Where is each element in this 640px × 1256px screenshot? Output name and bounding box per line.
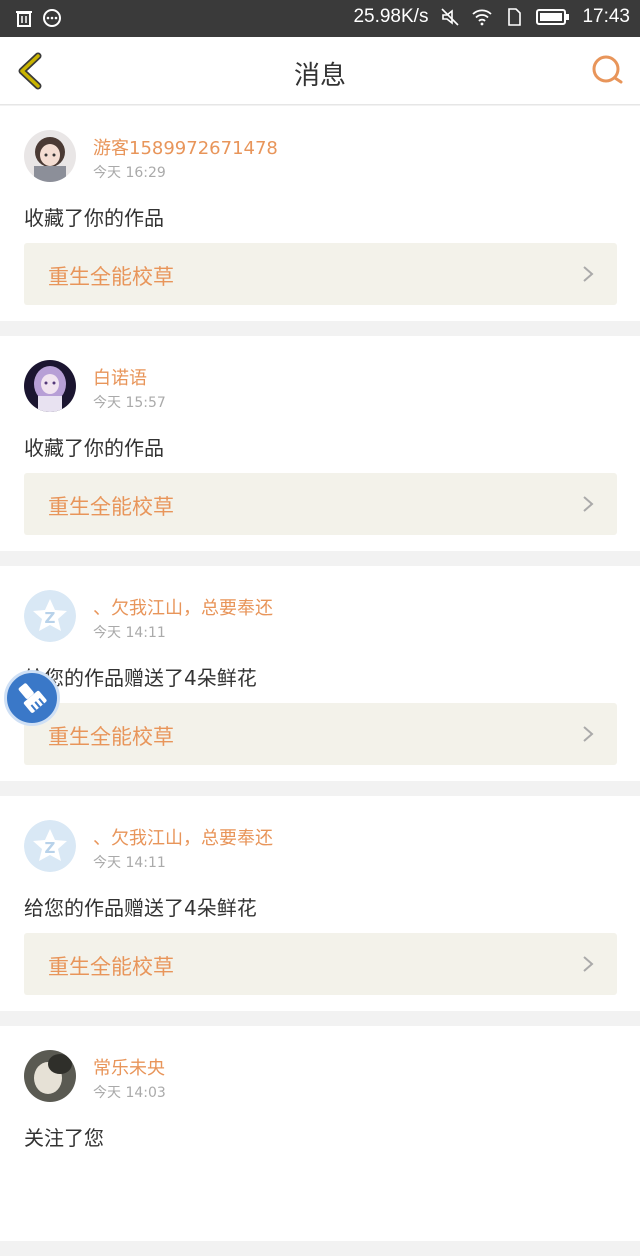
- trash-icon: [16, 11, 32, 27]
- floating-clean-button[interactable]: [4, 670, 60, 726]
- svg-text:Z: Z: [45, 609, 56, 627]
- message-list[interactable]: 游客1589972671478 今天 16:29 收藏了你的作品 重生全能校草 …: [0, 106, 640, 1256]
- avatar[interactable]: Z: [24, 590, 76, 642]
- message-text: 收藏了你的作品: [24, 206, 164, 230]
- message-card: 白诺语 今天 15:57 收藏了你的作品 重生全能校草: [0, 336, 640, 551]
- message-text: 关注了您: [24, 1126, 104, 1150]
- username[interactable]: 、欠我江山，总要奉还: [93, 594, 273, 620]
- page-title: 消息: [293, 61, 346, 91]
- status-bar: 25.98K/s 17:43: [0, 0, 640, 37]
- timestamp: 今天 14:03: [93, 1085, 166, 1101]
- clock: 17:43: [582, 6, 630, 27]
- work-link[interactable]: 重生全能校草: [24, 243, 617, 305]
- battery-icon: [536, 9, 570, 25]
- message-card: 常乐未央 今天 14:03 关注了您: [0, 1026, 640, 1241]
- message-text: 收藏了你的作品: [24, 436, 164, 460]
- svg-text:Z: Z: [45, 839, 56, 857]
- avatar[interactable]: [24, 1050, 76, 1102]
- avatar[interactable]: Z: [24, 820, 76, 872]
- work-title: 重生全能校草: [48, 265, 174, 289]
- timestamp: 今天 14:11: [93, 625, 166, 641]
- message-text: 给您的作品赠送了4朵鲜花: [24, 666, 257, 690]
- username[interactable]: 、欠我江山，总要奉还: [93, 824, 273, 850]
- wifi-icon: [472, 9, 493, 26]
- chevron-right-icon: [583, 726, 594, 742]
- network-speed: 25.98K/s: [353, 6, 429, 27]
- work-link[interactable]: 重生全能校草: [24, 473, 617, 535]
- chevron-right-icon: [583, 956, 594, 972]
- chevron-right-icon: [583, 496, 594, 512]
- chevron-right-icon: [583, 266, 594, 282]
- search-button[interactable]: [588, 51, 628, 91]
- message-card: 游客1589972671478 今天 16:29 收藏了你的作品 重生全能校草: [0, 106, 640, 321]
- work-title: 重生全能校草: [48, 725, 174, 749]
- mute-icon: [441, 8, 460, 26]
- timestamp: 今天 16:29: [93, 165, 166, 181]
- username[interactable]: 白诺语: [93, 364, 147, 390]
- chat-bubble-icon: [43, 9, 61, 27]
- username[interactable]: 常乐未央: [93, 1054, 165, 1080]
- broom-icon: [18, 683, 47, 713]
- work-title: 重生全能校草: [48, 495, 174, 519]
- timestamp: 今天 14:11: [93, 855, 166, 871]
- sim-icon: [508, 8, 522, 26]
- message-card: Z 、欠我江山，总要奉还 今天 14:11 给您的作品赠送了4朵鲜花 重生全能校…: [0, 796, 640, 1011]
- work-link[interactable]: 重生全能校草: [24, 933, 617, 995]
- message-card: Z 、欠我江山，总要奉还 今天 14:11 给您的作品赠送了4朵鲜花 重生全能校…: [0, 566, 640, 781]
- work-link[interactable]: 重生全能校草: [24, 703, 617, 765]
- avatar[interactable]: [24, 130, 76, 182]
- avatar[interactable]: [24, 360, 76, 412]
- message-text: 给您的作品赠送了4朵鲜花: [24, 896, 257, 920]
- search-icon: [592, 55, 623, 84]
- work-title: 重生全能校草: [48, 955, 174, 979]
- app-header: 消息: [0, 37, 640, 105]
- username[interactable]: 游客1589972671478: [93, 134, 278, 160]
- timestamp: 今天 15:57: [93, 395, 166, 411]
